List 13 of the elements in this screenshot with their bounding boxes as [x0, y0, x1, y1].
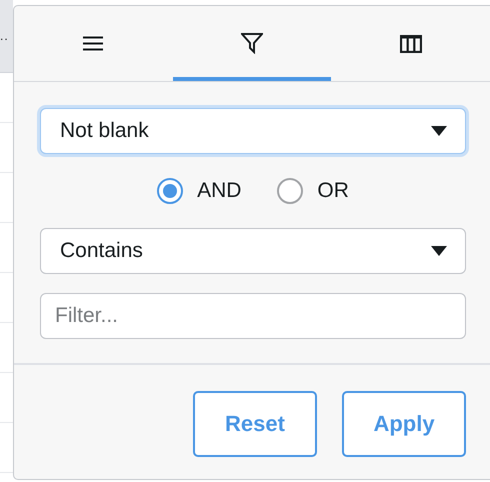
funnel-icon [241, 33, 263, 54]
caret-icon [431, 246, 447, 256]
filter-input[interactable]: Filter... [40, 293, 466, 339]
radio-label: OR [317, 179, 349, 203]
radio-label: AND [197, 179, 242, 203]
condition-dropdown[interactable]: Not blank [40, 108, 466, 154]
menu-icon [83, 36, 104, 51]
radio-button[interactable] [157, 178, 184, 204]
radio-button[interactable] [277, 178, 304, 204]
columns-icon [400, 34, 422, 52]
caret-icon [431, 126, 447, 136]
condition-dropdown[interactable]: Contains [40, 228, 466, 274]
header-text: .. [0, 30, 9, 42]
